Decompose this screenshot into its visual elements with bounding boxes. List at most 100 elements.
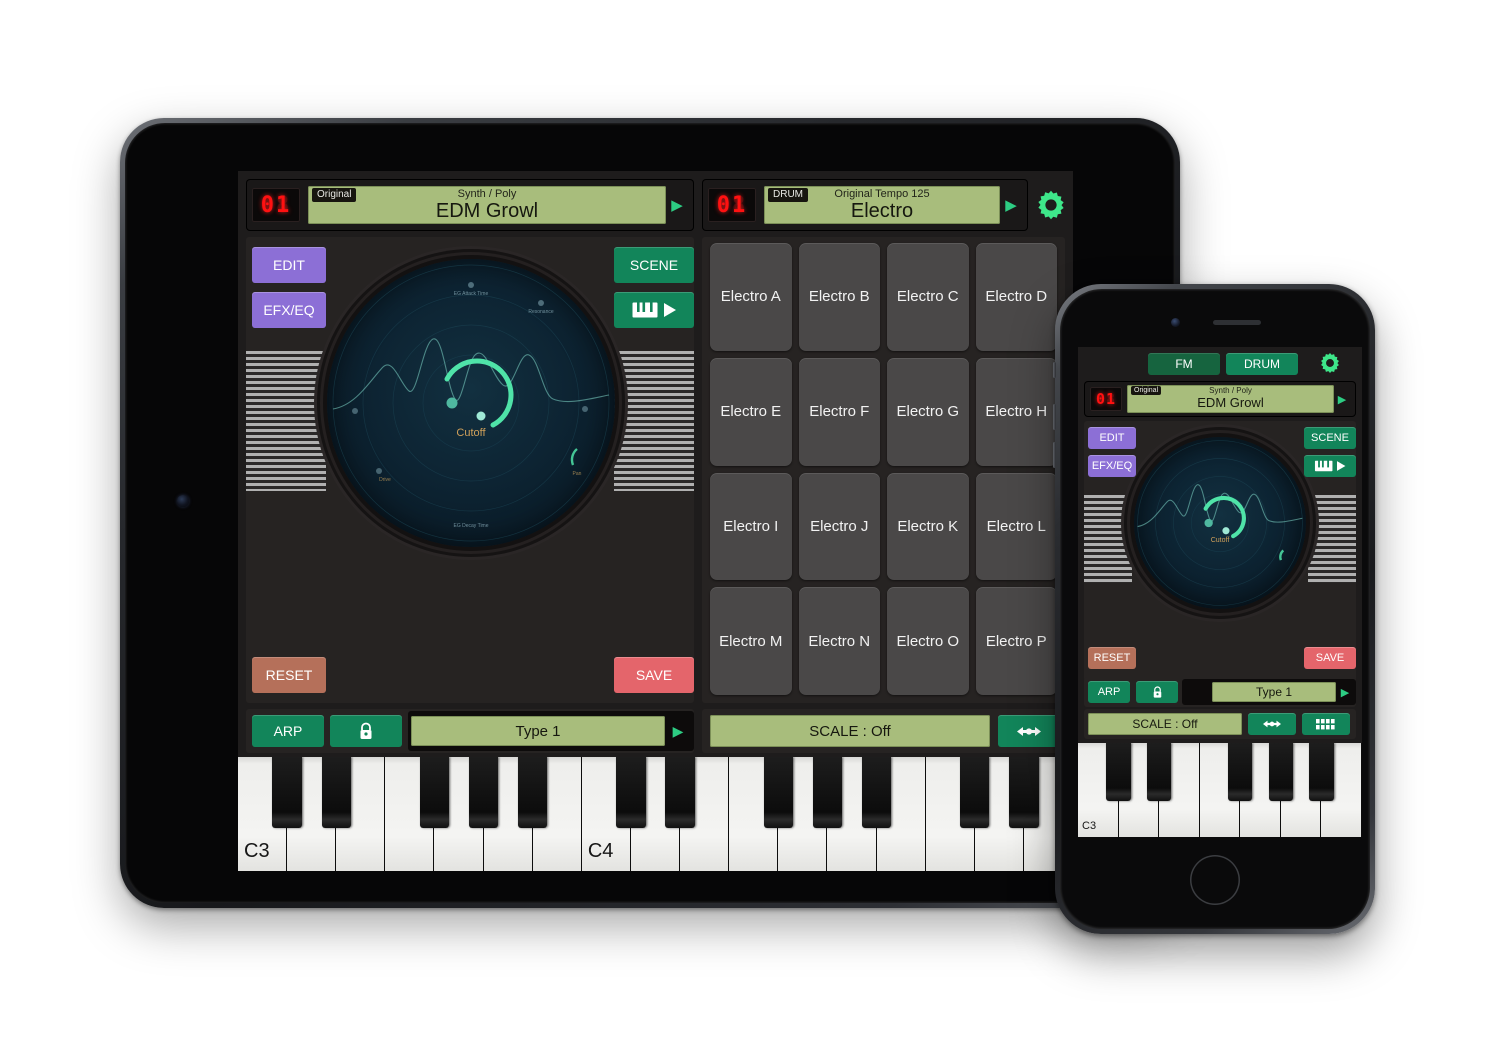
drum-pad[interactable]: Electro C xyxy=(887,243,969,351)
piano-black-key[interactable] xyxy=(1146,743,1172,802)
drum-pad[interactable]: Electro D xyxy=(975,243,1057,351)
phone-arp-type-value: Type 1 xyxy=(1212,682,1336,702)
octave-label: C3 xyxy=(1082,820,1097,832)
phone-bezel: FM DRUM 88 01 Original Synth / Poly EDM … xyxy=(1060,289,1370,929)
tab-fm[interactable]: FM xyxy=(1148,353,1220,375)
synth-header-bar: 88 01 Original Synth / Poly EDM Growl ▶ xyxy=(246,179,694,231)
phone-left-speaker-grille xyxy=(1084,495,1132,583)
xy-cutoff-dial[interactable]: EG Attack Time Resonance EG Decay Time D… xyxy=(327,259,615,547)
piano-black-key[interactable] xyxy=(272,757,302,828)
drum-pad[interactable]: Electro M xyxy=(710,587,792,695)
piano-black-key[interactable] xyxy=(1009,757,1039,828)
piano-black-key[interactable] xyxy=(665,757,695,828)
drum-pad[interactable]: Electro F xyxy=(798,357,880,466)
phone-arp-button[interactable]: ARP xyxy=(1088,681,1130,703)
phone-segment-digits: 01 xyxy=(1095,390,1117,408)
drum-pad[interactable]: Electro P xyxy=(975,587,1057,695)
tablet-device: 88 01 Original Synth / Poly EDM Growl ▶ … xyxy=(120,118,1180,908)
drum-preset-name: Electro xyxy=(850,200,914,222)
drum-pad[interactable]: Electro E xyxy=(710,357,792,466)
phone-volume-up-button[interactable] xyxy=(1053,404,1056,430)
piano-black-key[interactable] xyxy=(812,757,843,828)
phone-octave-shift-icon[interactable] xyxy=(1248,713,1296,735)
tablet-piano-keyboard[interactable]: C3 C4 xyxy=(238,757,1073,871)
drum-pad[interactable]: Electro H xyxy=(975,357,1057,466)
phone-preset-lcd[interactable]: Original Synth / Poly EDM Growl xyxy=(1127,385,1334,413)
phone-arp-type-next-button[interactable]: ▶ xyxy=(1336,686,1354,699)
gear-icon[interactable] xyxy=(1318,351,1342,375)
drum-preset-lcd[interactable]: DRUM Original Tempo 125 Electro xyxy=(764,186,1000,224)
phone-save-button[interactable]: SAVE xyxy=(1304,647,1356,669)
drum-pad[interactable]: Electro K xyxy=(887,472,969,581)
piano-black-key[interactable] xyxy=(1106,743,1131,802)
drum-next-preset-button[interactable]: ▶ xyxy=(1000,196,1022,214)
edit-button[interactable]: EDIT xyxy=(252,247,326,283)
reset-button[interactable]: RESET xyxy=(252,657,326,693)
drum-pad[interactable]: Electro N xyxy=(798,587,880,695)
phone-volume-down-button[interactable] xyxy=(1053,442,1056,468)
save-button[interactable]: SAVE xyxy=(614,657,694,693)
svg-text:Resonance: Resonance xyxy=(528,309,554,315)
piano-black-key[interactable] xyxy=(763,757,794,828)
piano-black-key[interactable] xyxy=(861,757,892,828)
phone-edit-button[interactable]: EDIT xyxy=(1088,427,1136,449)
phone-pad-grid-icon[interactable] xyxy=(1302,713,1350,735)
drum-pad[interactable]: Electro J xyxy=(798,472,880,581)
phone-synth-header-bar: 88 01 Original Synth / Poly EDM Growl ▶ xyxy=(1084,381,1356,417)
synth-preset-lcd[interactable]: Original Synth / Poly EDM Growl xyxy=(308,186,666,224)
piano-black-key[interactable] xyxy=(960,757,990,828)
phone-scene-button[interactable]: SCENE xyxy=(1304,427,1356,449)
phone-dial-parameter-label: Cutoff xyxy=(1210,537,1230,544)
svg-text:Pan: Pan xyxy=(573,471,582,477)
scale-selector[interactable]: SCALE : Off xyxy=(710,715,990,747)
piano-black-key[interactable] xyxy=(468,757,499,828)
right-speaker-grille xyxy=(614,351,694,491)
piano-black-key[interactable] xyxy=(419,757,450,828)
drum-pad[interactable]: Electro G xyxy=(887,357,969,466)
phone-home-button[interactable] xyxy=(1190,855,1240,905)
scene-button[interactable]: SCENE xyxy=(614,247,694,283)
piano-black-key[interactable] xyxy=(1228,743,1253,802)
phone-right-speaker-grille xyxy=(1308,495,1356,583)
synth-segment-digits: 01 xyxy=(260,192,292,218)
drum-pad[interactable]: Electro L xyxy=(975,472,1057,581)
arp-type-next-button[interactable]: ▶ xyxy=(665,723,691,740)
phone-reset-button[interactable]: RESET xyxy=(1088,647,1136,669)
drum-program-number-display: 88 01 xyxy=(708,188,756,222)
drum-pad[interactable]: Electro A xyxy=(710,243,792,351)
phone-piano-keyboard[interactable]: C3 xyxy=(1078,743,1362,837)
arp-type-selector[interactable]: Type 1 ▶ xyxy=(408,711,694,751)
phone-arp-type-selector[interactable]: Type 1 ▶ xyxy=(1182,679,1356,705)
phone-mute-switch[interactable] xyxy=(1053,362,1056,378)
octave-shift-icon[interactable] xyxy=(998,715,1060,747)
phone-front-camera xyxy=(1171,318,1180,327)
phone-preset-category: Synth / Poly xyxy=(1209,386,1252,395)
phone-lock-icon[interactable] xyxy=(1136,681,1178,703)
phone-xy-cutoff-dial[interactable]: Cutoff xyxy=(1134,437,1306,609)
phone-scale-selector[interactable]: SCALE : Off xyxy=(1088,713,1242,735)
tab-drum[interactable]: DRUM xyxy=(1226,353,1298,375)
piano-black-key[interactable] xyxy=(517,757,548,828)
piano-black-key[interactable] xyxy=(321,757,351,828)
tablet-screen: 88 01 Original Synth / Poly EDM Growl ▶ … xyxy=(238,171,1073,871)
tablet-front-camera xyxy=(177,495,189,507)
drum-pad[interactable]: Electro B xyxy=(798,243,880,351)
drum-preset-category: Original Tempo 125 xyxy=(834,188,930,200)
piano-black-key[interactable] xyxy=(616,757,646,828)
gear-icon[interactable] xyxy=(1034,188,1068,222)
phone-efx-eq-button[interactable]: EFX/EQ xyxy=(1088,455,1136,477)
tablet-bezel: 88 01 Original Synth / Poly EDM Growl ▶ … xyxy=(125,123,1175,903)
svg-text:EG Attack Time: EG Attack Time xyxy=(454,291,489,297)
arp-button[interactable]: ARP xyxy=(252,715,324,747)
piano-black-key[interactable] xyxy=(1309,743,1334,802)
synth-next-preset-button[interactable]: ▶ xyxy=(666,196,688,214)
efx-eq-button[interactable]: EFX/EQ xyxy=(252,292,326,328)
drum-pad[interactable]: Electro I xyxy=(710,472,792,581)
piano-black-key[interactable] xyxy=(1268,743,1293,802)
lock-icon[interactable] xyxy=(330,715,402,747)
drum-pad[interactable]: Electro O xyxy=(887,587,969,695)
keyboard-play-icon[interactable] xyxy=(614,292,694,328)
svg-text:EG Decay Time: EG Decay Time xyxy=(453,523,488,529)
phone-next-preset-button[interactable]: ▶ xyxy=(1334,393,1350,406)
phone-keyboard-play-icon[interactable] xyxy=(1304,455,1356,477)
